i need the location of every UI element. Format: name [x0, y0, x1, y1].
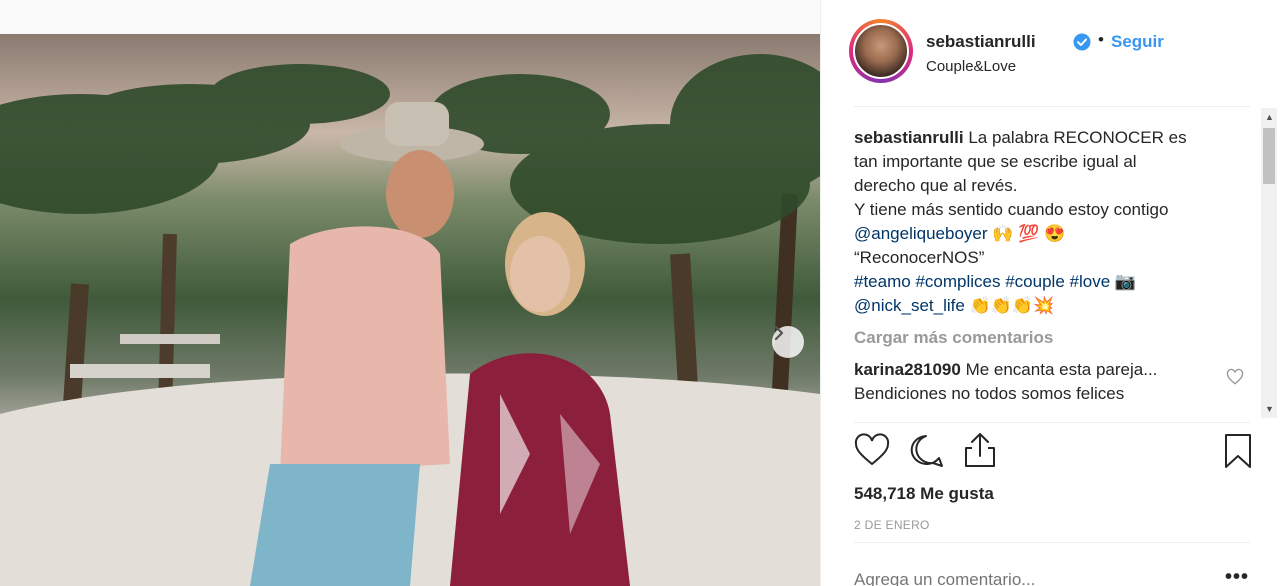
- hashtag-link[interactable]: #teamo: [854, 272, 911, 291]
- caption-line-8: @nick_set_life 👏👏👏💥: [854, 294, 1244, 318]
- post-actions: [854, 432, 1251, 472]
- comment-text: Me encanta esta pareja...: [965, 360, 1158, 379]
- hashtag-link[interactable]: #love: [1070, 272, 1111, 291]
- top-strip: [0, 0, 820, 34]
- load-more-comments-button[interactable]: Cargar más comentarios: [854, 326, 1244, 350]
- location-link[interactable]: Couple&Love: [926, 58, 1016, 75]
- bookmark-icon[interactable]: [1220, 432, 1256, 470]
- post-date[interactable]: 2 DE ENERO: [854, 518, 930, 532]
- header-divider: [854, 106, 1250, 107]
- caption-line-3: derecho que al revés.: [854, 176, 1018, 195]
- separator-dot: •: [1098, 30, 1104, 49]
- chevron-right-icon: [774, 326, 784, 340]
- post-photo[interactable]: [0, 34, 820, 586]
- more-options-button[interactable]: •••: [1225, 566, 1249, 586]
- caption-username[interactable]: sebastianrulli: [854, 128, 964, 147]
- caption-line-2: tan importante que se escribe igual al: [854, 152, 1137, 171]
- caption-hashtags: #teamo #complices #couple #love 📷: [854, 270, 1244, 294]
- post-detail-panel: sebastianrulli • Seguir Couple&Love seba…: [820, 0, 1282, 586]
- caption-line-5: @angeliqueboyer 🙌 💯 😍: [854, 222, 1244, 246]
- actions-divider: [854, 422, 1250, 423]
- instagram-post-view: sebastianrulli • Seguir Couple&Love seba…: [0, 0, 1282, 586]
- photo-illustration: [0, 54, 820, 586]
- avatar-story-ring[interactable]: [849, 19, 913, 83]
- share-icon[interactable]: [962, 432, 998, 470]
- mention-emoji: 🙌 💯 😍: [992, 224, 1066, 243]
- hashtag-link[interactable]: #complices: [915, 272, 1000, 291]
- carousel-next-button[interactable]: [772, 326, 804, 358]
- verified-badge-icon: [1073, 33, 1091, 51]
- comment-icon[interactable]: [908, 432, 944, 470]
- caption-line-1: sebastianrulli La palabra RECONOCER es: [854, 126, 1244, 150]
- comments-section: sebastianrulli La palabra RECONOCER es t…: [854, 126, 1244, 418]
- caption-text-1: La palabra RECONOCER es: [968, 128, 1187, 147]
- scroll-thumb[interactable]: [1263, 128, 1275, 184]
- heart-icon[interactable]: [854, 432, 890, 470]
- add-comment-input[interactable]: [854, 570, 1214, 586]
- likes-count[interactable]: 548,718 Me gusta: [854, 484, 994, 504]
- follow-button[interactable]: Seguir: [1111, 32, 1164, 52]
- scroll-up-arrow-icon[interactable]: ▲: [1265, 112, 1274, 122]
- comment-username[interactable]: karina281090: [854, 360, 961, 379]
- comments-scrollbar[interactable]: ▲ ▼: [1261, 108, 1277, 418]
- mention-link[interactable]: @angeliqueboyer: [854, 224, 988, 243]
- comment-text-2: Bendiciones no todos somos felices: [854, 384, 1125, 403]
- comment-item: karina281090 Me encanta esta pareja... B…: [854, 358, 1244, 406]
- mention-link-2[interactable]: @nick_set_life: [854, 296, 965, 315]
- username-link[interactable]: sebastianrulli: [926, 32, 1036, 52]
- caption-quote: “ReconocerNOS”: [854, 248, 985, 267]
- post-header: sebastianrulli • Seguir Couple&Love: [849, 18, 1249, 88]
- comment-box-divider: [854, 542, 1250, 543]
- mention2-emoji: 👏👏👏💥: [969, 296, 1055, 315]
- hashtag-emoji: 📷: [1114, 272, 1137, 291]
- hashtag-link[interactable]: #couple: [1005, 272, 1065, 291]
- scroll-down-arrow-icon[interactable]: ▼: [1265, 404, 1274, 414]
- caption-line-4: Y tiene más sentido cuando estoy contigo: [854, 200, 1169, 219]
- comment-like-heart-icon[interactable]: [1226, 368, 1244, 386]
- avatar[interactable]: [853, 23, 909, 79]
